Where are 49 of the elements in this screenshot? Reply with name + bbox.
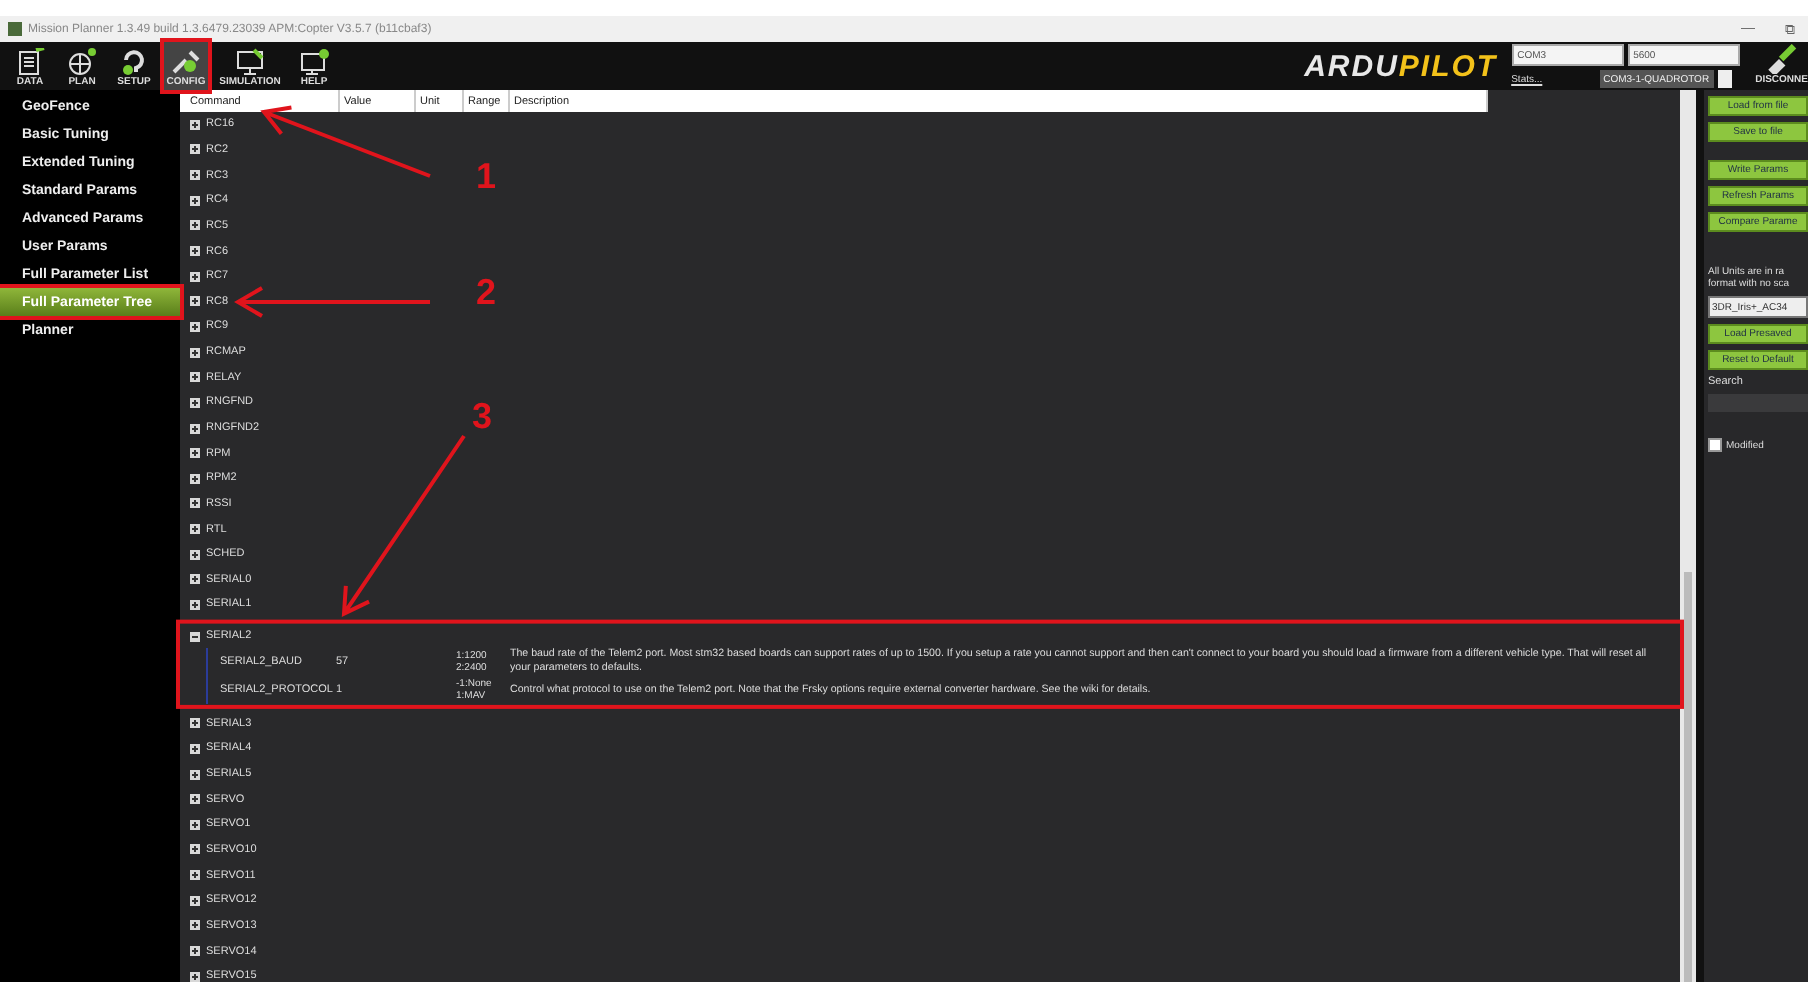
expand-icon[interactable] — [190, 448, 200, 459]
expand-icon[interactable] — [190, 195, 200, 206]
expand-icon[interactable] — [190, 347, 200, 358]
expand-icon[interactable] — [190, 170, 200, 181]
expand-icon[interactable] — [190, 144, 200, 155]
expand-icon[interactable] — [190, 473, 200, 484]
expand-icon[interactable] — [190, 844, 200, 855]
app-icon — [8, 22, 22, 36]
expand-icon[interactable] — [190, 271, 200, 282]
setup-icon — [118, 48, 150, 76]
expand-icon[interactable] — [190, 920, 200, 931]
plug-icon — [1764, 44, 1799, 74]
plan-icon — [66, 48, 98, 76]
expand-icon[interactable] — [190, 946, 200, 957]
expand-icon[interactable] — [190, 769, 200, 780]
expand-icon[interactable] — [190, 498, 200, 509]
expand-icon[interactable] — [190, 718, 200, 729]
expand-icon[interactable] — [190, 574, 200, 585]
config-icon — [170, 48, 202, 76]
simulation-icon — [234, 48, 266, 76]
expand-icon[interactable] — [190, 819, 200, 830]
annotation-number: 1 — [476, 156, 497, 198]
scrollbar[interactable] — [1680, 90, 1696, 982]
expand-icon[interactable] — [190, 743, 200, 754]
expand-icon[interactable] — [190, 119, 200, 130]
annotation-number: 2 — [476, 272, 497, 314]
expand-icon[interactable] — [190, 895, 200, 906]
data-icon — [14, 48, 46, 76]
dropdown-button[interactable] — [1717, 70, 1732, 88]
expand-icon[interactable] — [190, 549, 200, 560]
logo-text: PILOT — [1398, 49, 1498, 83]
annotation-number: 3 — [472, 396, 493, 438]
expand-icon[interactable] — [190, 321, 200, 332]
expand-icon[interactable] — [190, 870, 200, 881]
checkbox[interactable] — [1708, 438, 1722, 452]
expand-icon[interactable] — [190, 599, 200, 610]
expand-icon[interactable] — [190, 246, 200, 257]
expand-icon[interactable] — [190, 220, 200, 231]
annotation-box — [160, 38, 212, 94]
collapse-icon[interactable] — [190, 631, 200, 642]
expand-icon[interactable] — [190, 296, 200, 307]
logo-text: ARDU — [1304, 49, 1399, 83]
expand-icon[interactable] — [190, 372, 200, 383]
expand-icon[interactable] — [190, 423, 200, 433]
expand-icon[interactable] — [190, 794, 200, 805]
expand-icon[interactable] — [190, 971, 200, 982]
expand-icon[interactable] — [190, 397, 200, 408]
expand-icon[interactable] — [190, 524, 200, 535]
help-icon — [298, 48, 330, 76]
